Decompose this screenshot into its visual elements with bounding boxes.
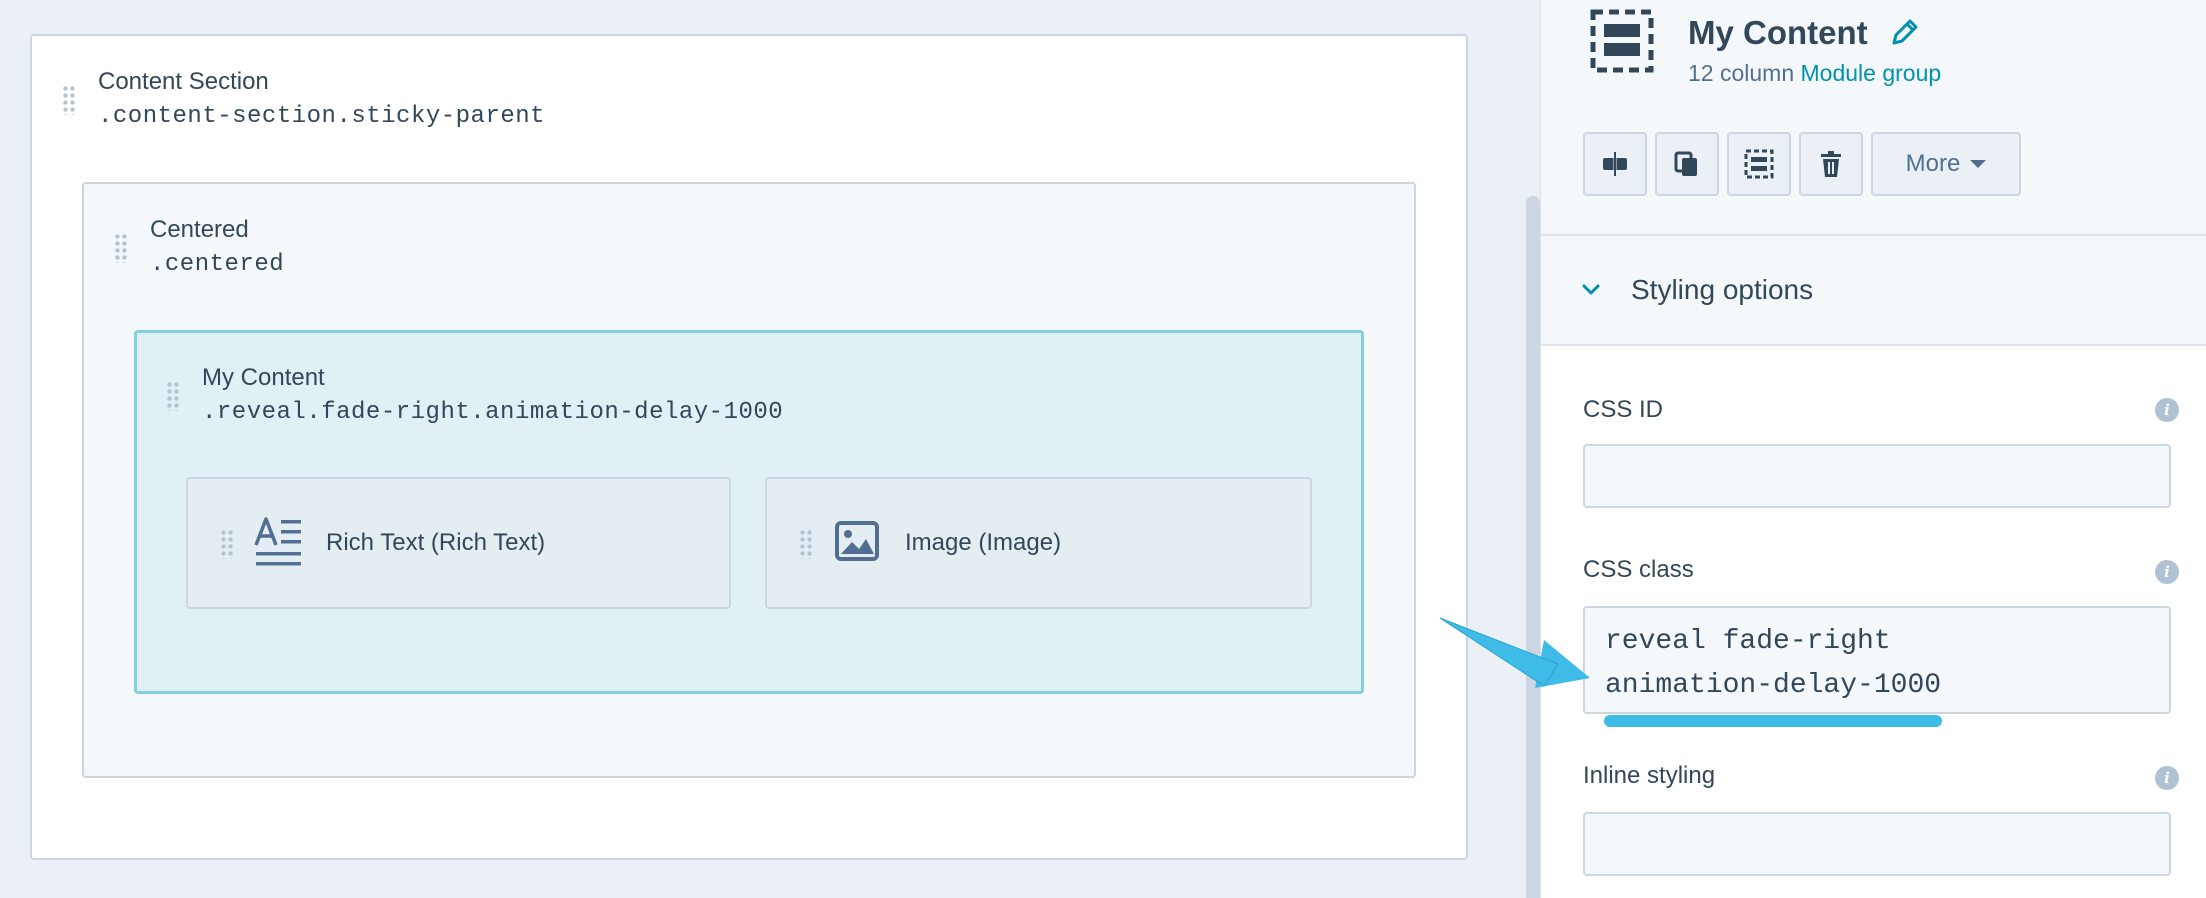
panel-header: My Content 12 column Module group More [1541, 0, 2206, 236]
split-button[interactable] [1583, 132, 1647, 196]
group-class: .reveal.fade-right.animation-delay-1000 [202, 399, 784, 426]
image-module[interactable]: Image (Image) [765, 477, 1312, 609]
layout-canvas: Content Section .content-section.sticky-… [0, 0, 1540, 898]
inline-styling-label: Inline styling [1583, 762, 1716, 789]
column-count: 12 column [1688, 60, 1795, 86]
css-id-label: CSS ID [1583, 396, 1664, 423]
css-class-textarea[interactable]: reveal fade-right animation-delay-1000 [1583, 606, 2171, 714]
info-icon[interactable]: i [2155, 398, 2179, 422]
group-label: My Content [202, 364, 325, 391]
inline-styling-input[interactable] [1583, 812, 2171, 876]
more-label: More [1905, 150, 1961, 177]
module-group-icon [1744, 149, 1774, 179]
module-group-link[interactable]: Module group [1801, 60, 1942, 86]
drag-handle-icon[interactable] [799, 529, 813, 559]
chevron-down-icon [1582, 284, 1600, 295]
module-group-icon [1590, 9, 1654, 73]
annotation-arrow-icon [1440, 617, 1590, 688]
css-class-value: reveal fade-right animation-delay-1000 [1605, 626, 1942, 701]
module-label: Image (Image) [905, 529, 1062, 556]
drag-handle-icon[interactable] [114, 233, 128, 263]
split-icon [1603, 152, 1627, 176]
more-dropdown-button[interactable]: More [1871, 132, 2021, 196]
section-title: Styling options [1631, 274, 1814, 305]
duplicate-button[interactable] [1655, 132, 1719, 196]
css-class-label: CSS class [1583, 556, 1694, 583]
section-label: Content Section [98, 68, 269, 95]
panel-subtitle: 12 column Module group [1688, 60, 1941, 87]
rich-text-icon [254, 517, 301, 566]
drag-handle-icon[interactable] [166, 381, 180, 411]
section-class: .centered [150, 251, 285, 278]
info-icon[interactable]: i [2155, 766, 2179, 790]
panel-title: My Content [1688, 14, 1868, 51]
section-label: Centered [150, 216, 249, 243]
duplicate-icon [1674, 151, 1697, 176]
css-id-input[interactable] [1583, 444, 2171, 508]
sidebar-panel: My Content 12 column Module group More S… [1540, 0, 2206, 898]
delete-button[interactable] [1799, 132, 1863, 196]
image-icon [835, 521, 879, 561]
section-class: .content-section.sticky-parent [98, 103, 546, 130]
caret-down-icon [1970, 160, 1987, 168]
module-group-button[interactable] [1727, 132, 1791, 196]
info-icon[interactable]: i [2155, 560, 2179, 584]
edit-pencil-icon[interactable] [1889, 16, 1921, 48]
scrollbar[interactable] [1526, 196, 1540, 898]
drag-handle-icon[interactable] [62, 85, 76, 115]
rich-text-module[interactable]: Rich Text (Rich Text) [186, 477, 731, 609]
annotation-underline [1604, 715, 1942, 727]
styling-options-toggle[interactable]: Styling options [1541, 236, 2206, 346]
delete-icon [1821, 151, 1841, 177]
module-label: Rich Text (Rich Text) [326, 529, 546, 556]
drag-handle-icon[interactable] [220, 529, 234, 559]
